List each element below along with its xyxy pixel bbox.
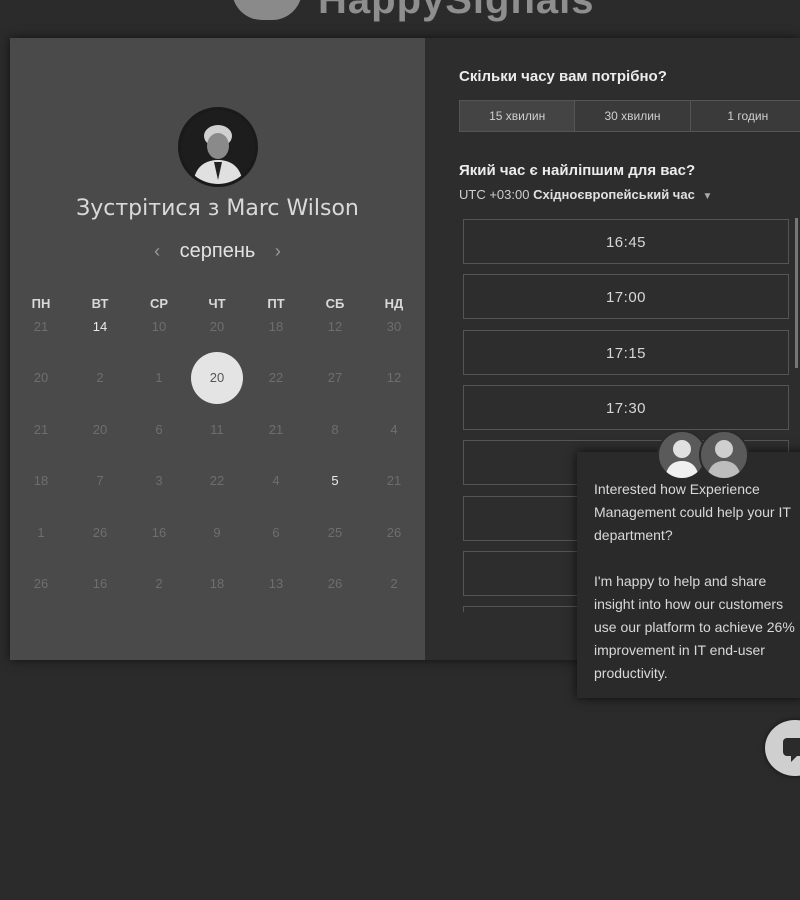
calendar-day[interactable]: 26 xyxy=(74,507,126,559)
calendar-day[interactable]: 22 xyxy=(191,455,243,507)
agent-avatar xyxy=(699,430,749,480)
person-avatar-icon xyxy=(707,440,741,478)
calendar-day[interactable]: 21 xyxy=(15,404,67,456)
calendar-day[interactable]: 18 xyxy=(250,301,302,353)
duration-option-button[interactable]: 1 годин xyxy=(691,101,800,131)
calendar-day[interactable]: 20 xyxy=(15,352,67,404)
calendar-day[interactable]: 20 xyxy=(74,404,126,456)
calendar-day[interactable]: 21 xyxy=(15,301,67,353)
time-slot-button[interactable]: 17:00 xyxy=(463,274,789,320)
calendar-day[interactable]: 2 xyxy=(74,352,126,404)
calendar-day-selected[interactable]: 20 xyxy=(191,352,243,404)
calendar-day[interactable]: 12 xyxy=(368,352,420,404)
calendar-day[interactable]: 10 xyxy=(133,301,185,353)
calendar-day[interactable]: 12 xyxy=(309,301,361,353)
time-title: Який час є найліпшим для вас? xyxy=(459,162,696,179)
calendar-day[interactable]: 21 xyxy=(368,455,420,507)
calendar-day[interactable]: 30 xyxy=(368,301,420,353)
time-slot-button[interactable]: 17:15 xyxy=(463,329,789,375)
chat-bubble-icon xyxy=(783,738,800,762)
meeting-title: Зустрітися з Marc Wilson xyxy=(76,196,359,221)
calendar-day[interactable]: 2 xyxy=(368,558,420,610)
calendar-day[interactable]: 6 xyxy=(250,507,302,559)
duration-selector: 15 хвилин 30 хвилин 1 годин xyxy=(459,100,800,132)
host-avatar xyxy=(178,107,258,187)
duration-title: Скільки часу вам потрібно? xyxy=(459,68,667,85)
calendar-day[interactable]: 7 xyxy=(74,455,126,507)
calendar-day[interactable]: 18 xyxy=(15,455,67,507)
calendar-day[interactable]: 8 xyxy=(309,404,361,456)
calendar-day[interactable]: 21 xyxy=(250,404,302,456)
calendar-day[interactable]: 11 xyxy=(191,404,243,456)
calendar-day[interactable]: 6 xyxy=(133,404,185,456)
calendar-day[interactable]: 4 xyxy=(250,455,302,507)
chat-popup[interactable]: Interested how Experience Management cou… xyxy=(577,452,800,698)
calendar-day[interactable]: 26 xyxy=(15,558,67,610)
calendar-day[interactable]: 3 xyxy=(133,455,185,507)
calendar-day[interactable]: 9 xyxy=(191,507,243,559)
chat-message: Interested how Experience Management cou… xyxy=(594,478,800,708)
chevron-right-icon[interactable]: › xyxy=(261,241,295,262)
timezone-offset: UTC +03:00 xyxy=(459,187,530,202)
timezone-selector[interactable]: UTC +03:00 Східноєвропейський час ▼ xyxy=(459,187,712,202)
calendar-day[interactable]: 20 xyxy=(191,301,243,353)
calendar-day[interactable]: 22 xyxy=(250,352,302,404)
chevron-left-icon[interactable]: ‹ xyxy=(140,241,174,262)
calendar-day[interactable]: 1 xyxy=(133,352,185,404)
calendar-day[interactable]: 14 xyxy=(74,301,126,353)
calendar-day[interactable]: 4 xyxy=(368,404,420,456)
chat-paragraph: Interested how Experience Management cou… xyxy=(594,481,791,543)
slot-scrollbar[interactable] xyxy=(795,218,798,368)
calendar-day[interactable]: 2 xyxy=(133,558,185,610)
calendar-day[interactable]: 16 xyxy=(133,507,185,559)
person-avatar-icon xyxy=(181,110,255,184)
duration-option-button[interactable]: 30 хвилин xyxy=(575,101,691,131)
logo-bubble-icon xyxy=(232,0,302,20)
calendar-day[interactable]: 16 xyxy=(74,558,126,610)
calendar-panel: Зустрітися з Marc Wilson ‹ серпень › ПН В… xyxy=(10,38,425,660)
chat-paragraph: I'm happy to help and share insight into… xyxy=(594,573,795,681)
calendar-day[interactable]: 13 xyxy=(250,558,302,610)
timezone-name: Східноєвропейський час xyxy=(533,187,695,202)
calendar-day[interactable]: 5 xyxy=(309,455,361,507)
chat-launcher-button[interactable] xyxy=(765,720,800,776)
calendar-day[interactable]: 26 xyxy=(309,558,361,610)
calendar-day[interactable]: 1 xyxy=(15,507,67,559)
time-slot-button[interactable]: 16:45 xyxy=(463,219,789,264)
top-logo-bar: HappySignals xyxy=(0,0,800,36)
caret-down-icon: ▼ xyxy=(702,191,713,202)
brand-logo[interactable]: HappySignals xyxy=(318,0,595,23)
duration-option-button[interactable]: 15 хвилин xyxy=(460,101,576,131)
calendar-day[interactable]: 26 xyxy=(368,507,420,559)
month-label: серпень xyxy=(179,240,256,262)
calendar-day[interactable]: 18 xyxy=(191,558,243,610)
time-slot-button[interactable]: 17:30 xyxy=(463,384,789,430)
calendar-day[interactable]: 25 xyxy=(309,507,361,559)
month-navigation: ‹ серпень › xyxy=(10,240,425,263)
calendar-day[interactable]: 27 xyxy=(309,352,361,404)
